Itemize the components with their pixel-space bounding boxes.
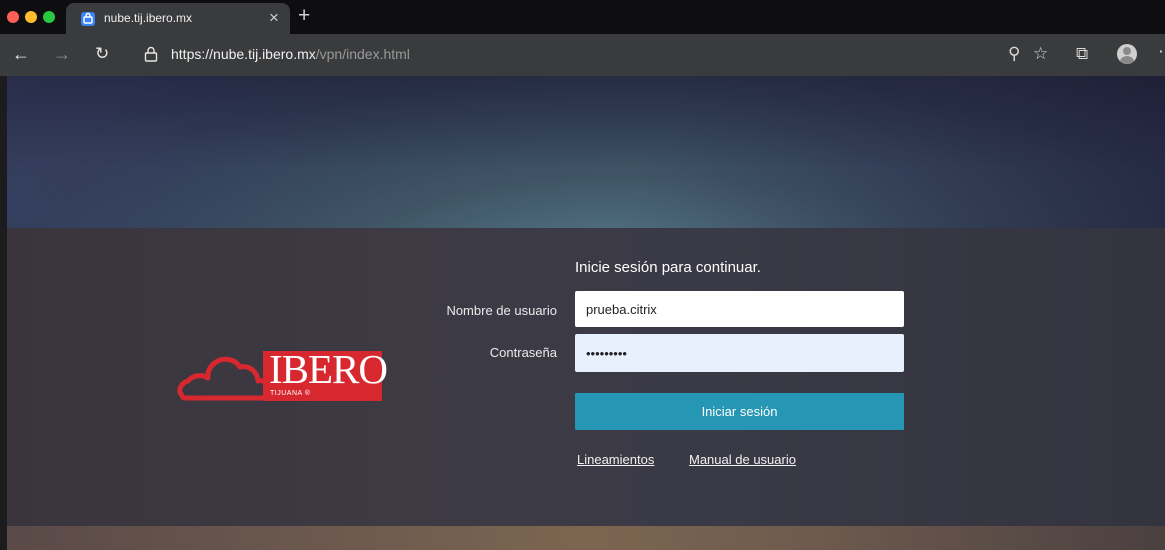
logo-subtitle: TIJUANA ®	[270, 390, 311, 397]
login-title: Inicie sesión para continuar.	[575, 259, 761, 276]
password-field[interactable]: •••••••••	[575, 334, 904, 372]
browser-tab[interactable]: nube.tij.ibero.mx ×	[66, 3, 290, 34]
browser-tab-bar: nube.tij.ibero.mx × +	[0, 0, 1165, 34]
more-menu-icon[interactable]: ⋯	[1158, 42, 1165, 62]
browser-address-bar: ← → ↻ https://nube.tij.ibero.mx/vpn/inde…	[0, 34, 1165, 76]
window-close-button[interactable]	[7, 11, 19, 23]
hero-banner	[7, 76, 1165, 228]
footer-band	[7, 526, 1165, 550]
tab-title: nube.tij.ibero.mx	[104, 11, 193, 25]
profile-avatar-icon[interactable]	[1117, 44, 1137, 64]
window-zoom-button[interactable]	[43, 11, 55, 23]
key-icon[interactable]: ⚲	[1008, 43, 1020, 65]
page-content: IBERO TIJUANA ® Inicie sesión para conti…	[7, 76, 1165, 550]
window-minimize-button[interactable]	[25, 11, 37, 23]
back-arrow-icon[interactable]: ←	[12, 43, 30, 65]
ibero-logo: IBERO TIJUANA ®	[175, 347, 388, 406]
cloud-logo-icon	[177, 356, 273, 401]
lock-icon[interactable]	[144, 46, 158, 62]
favorite-star-icon[interactable]: ☆	[1033, 43, 1048, 65]
url-path: /vpn/index.html	[315, 46, 410, 62]
ibero-logo-box: IBERO TIJUANA ®	[263, 347, 388, 401]
collections-icon[interactable]: ⧉	[1076, 43, 1088, 65]
user-manual-link[interactable]: Manual de usuario	[689, 452, 796, 467]
logo-wordmark: IBERO	[269, 346, 388, 392]
username-field[interactable]: prueba.citrix	[575, 291, 904, 327]
tab-close-icon[interactable]: ×	[269, 8, 279, 28]
reload-icon[interactable]: ↻	[95, 43, 109, 65]
new-tab-button[interactable]: +	[298, 4, 310, 28]
url-scheme: https://	[171, 46, 214, 62]
guidelines-link[interactable]: Lineamientos	[577, 452, 654, 467]
username-label: Nombre de usuario	[446, 303, 557, 318]
password-label: Contraseña	[489, 345, 557, 360]
sign-in-button[interactable]: Iniciar sesión	[575, 393, 904, 430]
url-host: nube.tij.ibero.mx	[213, 46, 316, 62]
url-field[interactable]: https://nube.tij.ibero.mx/vpn/index.html	[171, 46, 410, 62]
forward-arrow-icon[interactable]: →	[53, 43, 71, 65]
site-favicon-icon	[81, 12, 95, 26]
